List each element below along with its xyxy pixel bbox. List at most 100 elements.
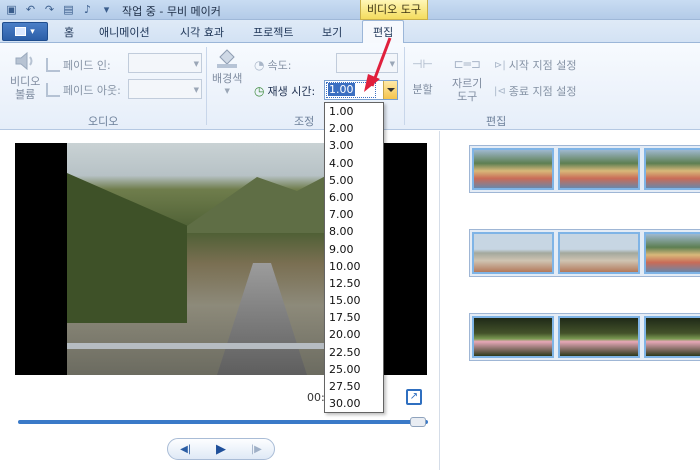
context-group-video-tools: 비디오 도구 (360, 0, 428, 20)
storyboard-pane (441, 131, 700, 470)
duration-option[interactable]: 6.00 (325, 189, 383, 206)
background-color-button[interactable]: 배경색 ▼ (212, 47, 242, 95)
fade-out-icon (46, 83, 60, 97)
duration-option[interactable]: 5.00 (325, 172, 383, 189)
video-frame-road (217, 263, 307, 375)
fade-in-icon (46, 58, 60, 72)
clip-thumbnail[interactable] (644, 316, 700, 358)
chevron-down-icon[interactable]: ▾ (99, 2, 114, 17)
trim-tool-button[interactable]: ⊏═⊐ 자르기 도구 (452, 57, 482, 103)
split-label: 분할 (412, 83, 433, 96)
playback-controls: ◀| ▶ |▶ (167, 438, 275, 460)
duration-label-wrap: ◷ 재생 시간: (254, 83, 315, 99)
paint-bucket-icon (217, 49, 238, 68)
seek-thumb[interactable] (410, 417, 426, 427)
chevron-down-icon: ▼ (224, 87, 230, 95)
tab-project[interactable]: 프로젝트 (253, 24, 293, 40)
clip-thumbnail[interactable] (558, 148, 640, 190)
clip-thumbnail[interactable] (644, 232, 700, 274)
group-label-adjust: 조정 (294, 115, 315, 128)
duration-option[interactable]: 30.00 (325, 395, 383, 412)
clip-thumbnail[interactable] (472, 148, 554, 190)
seek-bar[interactable] (18, 420, 428, 424)
chevron-down-icon: ▼ (193, 60, 199, 68)
tab-home[interactable]: 홈 (64, 24, 74, 40)
clip-thumbnail[interactable] (472, 316, 554, 358)
group-label-audio: 오디오 (88, 115, 119, 128)
fade-in-label: 페이드 인: (63, 59, 111, 72)
quick-access-toolbar: ▣ ↶ ↷ ▤ ♪ ▾ (4, 2, 114, 17)
fade-out-label-wrap: 페이드 아웃: (46, 82, 121, 98)
duration-option[interactable]: 4.00 (325, 155, 383, 172)
duration-option[interactable]: 17.50 (325, 309, 383, 326)
tab-visual-effects[interactable]: 시각 효과 (180, 24, 224, 40)
duration-option[interactable]: 7.00 (325, 206, 383, 223)
set-end-button[interactable]: |⊲ 종료 지점 설정 (494, 83, 576, 99)
chevron-down-icon: ▼ (389, 60, 395, 68)
chevron-down-icon: ▾ (30, 26, 35, 37)
duration-option[interactable]: 1.00 (325, 103, 383, 120)
speed-label: 속도: (267, 59, 292, 72)
fade-out-label: 페이드 아웃: (63, 84, 121, 97)
duration-dropdown-list: 1.00 2.00 3.00 4.00 5.00 6.00 7.00 8.00 … (324, 102, 384, 413)
duration-option[interactable]: 25.00 (325, 361, 383, 378)
app-menu-button[interactable]: ▾ (2, 22, 48, 41)
clock-icon: ◷ (254, 84, 265, 98)
duration-option[interactable]: 22.50 (325, 344, 383, 361)
storyboard-row (469, 145, 700, 193)
fade-in-select[interactable]: ▼ (128, 53, 202, 73)
duration-option[interactable]: 10.00 (325, 258, 383, 275)
storyboard-row (469, 229, 700, 277)
split-icon: ⊣⊢ (412, 57, 433, 71)
ribbon-tab-bar: ▾ 홈 애니메이션 시각 효과 프로젝트 보기 편집 (0, 20, 700, 44)
redo-icon[interactable]: ↷ (42, 2, 57, 17)
duration-option[interactable]: 2.00 (325, 120, 383, 137)
duration-select[interactable]: 1.00 (324, 80, 398, 100)
duration-option[interactable]: 15.00 (325, 292, 383, 309)
duration-option[interactable]: 9.00 (325, 241, 383, 258)
set-start-button[interactable]: ⊳| 시작 지점 설정 (494, 57, 576, 73)
clip-thumbnail[interactable] (558, 232, 640, 274)
clip-thumbnail[interactable] (644, 148, 700, 190)
duration-option[interactable]: 8.00 (325, 223, 383, 240)
video-volume-label: 비디오 볼륨 (10, 75, 41, 101)
next-frame-icon[interactable]: |▶ (244, 440, 268, 458)
video-frame-hill (67, 173, 187, 323)
clip-thumbnail[interactable] (472, 232, 554, 274)
tab-view[interactable]: 보기 (322, 24, 342, 40)
duration-label: 재생 시간: (267, 85, 316, 98)
set-end-label: 종료 지점 설정 (508, 85, 577, 98)
group-label-edit: 편집 (486, 115, 507, 128)
speed-icon: ◔ (254, 58, 265, 72)
tab-animation[interactable]: 애니메이션 (99, 24, 150, 40)
save-icon[interactable]: ▤ (61, 2, 76, 17)
menu-icon (15, 27, 27, 36)
end-point-icon: |⊲ (494, 85, 506, 97)
fade-out-select[interactable]: ▼ (128, 79, 202, 99)
speed-label-wrap: ◔ 속도: (254, 57, 291, 73)
duration-value: 1.00 (328, 83, 355, 96)
duration-option[interactable]: 20.00 (325, 326, 383, 343)
trim-icon: ⊏═⊐ (453, 57, 481, 71)
undo-icon[interactable]: ↶ (23, 2, 38, 17)
group-divider (404, 47, 405, 125)
clip-thumbnail[interactable] (558, 316, 640, 358)
duration-option[interactable]: 3.00 (325, 137, 383, 154)
duration-option[interactable]: 27.50 (325, 378, 383, 395)
duration-option[interactable]: 12.50 (325, 275, 383, 292)
start-point-icon: ⊳| (494, 59, 506, 71)
speed-select[interactable]: ▼ (336, 53, 398, 73)
video-volume-button[interactable]: 비디오 볼륨 (10, 49, 40, 101)
fade-in-label-wrap: 페이드 인: (46, 57, 111, 73)
previous-frame-icon[interactable]: ◀| (174, 440, 198, 458)
expand-preview-icon[interactable]: ↗ (406, 389, 422, 405)
duration-dropdown-button[interactable] (383, 81, 397, 99)
tab-edit[interactable]: 편집 (362, 20, 405, 44)
playback-time: 00: (307, 391, 325, 404)
duration-value-field[interactable]: 1.00 (326, 82, 376, 98)
storyboard-row (469, 313, 700, 361)
play-icon[interactable]: ▶ (209, 440, 233, 458)
split-button[interactable]: ⊣⊢ 분할 (412, 57, 433, 97)
trim-tool-label: 자르기 도구 (452, 77, 483, 103)
music-icon[interactable]: ♪ (80, 2, 95, 17)
